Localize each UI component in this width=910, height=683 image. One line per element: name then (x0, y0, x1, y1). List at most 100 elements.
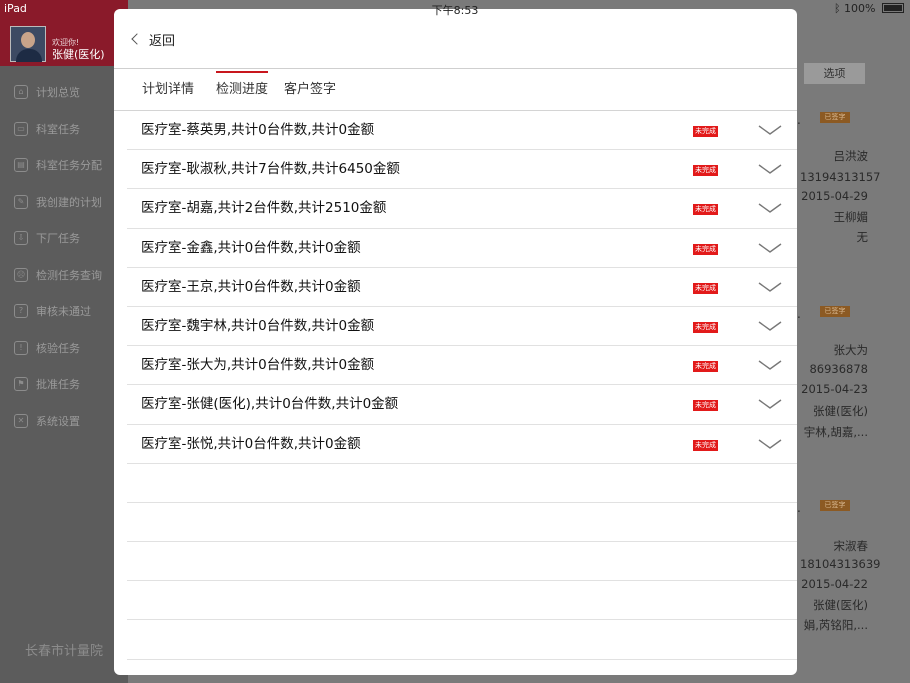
progress-list: 医疗室-蔡英男,共计0台件数,共计0金额 未完成 医疗室-耿淑秋,共计7台件数,… (127, 111, 797, 660)
sidebar-item-dept-assign[interactable]: ▤ 科室任务分配 (0, 147, 128, 184)
status-badge: 未完成 (693, 282, 718, 294)
card-line: 宋淑春 (798, 538, 868, 554)
wallet-icon: ▭ (14, 121, 28, 136)
card-line: 2015-04-29 (798, 189, 868, 203)
signed-badge: 已签字 (820, 306, 850, 317)
empty-row (127, 581, 797, 621)
row-summary: 医疗室-胡嘉,共计2台件数,共计2510金额 (141, 200, 387, 217)
card-line: 13194313157 (798, 170, 881, 184)
status-badge: 未完成 (693, 321, 718, 333)
status-badge: 未完成 (693, 400, 718, 412)
sidebar-item-factory-tasks[interactable]: ⇩ 下厂任务 (0, 220, 128, 257)
chevron-down-icon[interactable] (757, 158, 783, 180)
chevron-down-icon[interactable] (757, 354, 783, 376)
sidebar: 欢迎你! 张健(医化) ⌂ 计划总览 ▭ 科室任务 ▤ 科室任务分配 ✎ 我创建的计划 … (0, 0, 128, 683)
clock: 下午8:53 (431, 4, 479, 17)
sidebar-item-label: 系统设置 (36, 414, 80, 428)
card-line: 娟,芮铭阳,... (798, 617, 868, 633)
chevron-left-icon (131, 33, 143, 45)
list-item[interactable]: 医疗室-魏宇林,共计0台件数,共计0金额 未完成 (127, 307, 797, 347)
bullet: . (797, 307, 801, 321)
progress-modal: 返回 计划详情 检测进度 客户签字 医疗室-蔡英男,共计0台件数,共计0金额 未… (114, 9, 797, 675)
card-line: 宇林,胡嘉,... (798, 424, 868, 440)
sidebar-item-label: 我创建的计划 (36, 195, 102, 209)
sidebar-item-label: 下厂任务 (36, 232, 80, 246)
status-badge: 未完成 (693, 204, 718, 216)
row-summary: 医疗室-王京,共计0台件数,共计0金额 (141, 278, 361, 295)
chevron-down-icon[interactable] (757, 276, 783, 298)
edit-icon: ✎ (14, 194, 28, 209)
row-summary: 医疗室-蔡英男,共计0台件数,共计0金额 (141, 122, 375, 138)
bluetooth-icon: ᛒ (833, 2, 841, 15)
signed-badge: 已签字 (820, 112, 850, 123)
home-icon: ⌂ (14, 85, 28, 100)
list-item[interactable]: 医疗室-金鑫,共计0台件数,共计0金额 未完成 (127, 229, 797, 268)
chevron-down-icon[interactable] (757, 119, 783, 141)
list-item[interactable]: 医疗室-王京,共计0台件数,共计0金额 未完成 (127, 268, 797, 307)
list-item[interactable]: 医疗室-胡嘉,共计2台件数,共计2510金额 未完成 (127, 189, 797, 229)
list-item[interactable]: 医疗室-张悦,共计0台件数,共计0金额 未完成 (127, 425, 797, 464)
signed-badge: 已签字 (820, 500, 850, 511)
card-line: 2015-04-23 (798, 382, 868, 396)
back-button[interactable]: 返回 (130, 29, 175, 49)
tab-customer-signature[interactable]: 客户签字 (284, 69, 336, 111)
card-line: 王柳媚 (798, 209, 868, 225)
sidebar-item-settings[interactable]: ✕ 系统设置 (0, 403, 128, 440)
sidebar-item-label: 科室任务分配 (36, 159, 102, 173)
card-line: 张大为 (798, 342, 868, 358)
sidebar-item-review-failed[interactable]: ? 审核未通过 (0, 293, 128, 330)
bullet: . (797, 113, 801, 127)
battery-indicator: ᛒ 100% (834, 2, 904, 15)
card-line: 吕洪波 (798, 148, 868, 164)
select-button[interactable]: 选项 (804, 63, 865, 84)
face-icon: ☹ (14, 267, 28, 282)
chevron-down-icon[interactable] (757, 393, 783, 415)
sidebar-item-dept-tasks[interactable]: ▭ 科室任务 (0, 111, 128, 148)
back-label: 返回 (149, 33, 176, 49)
empty-row (127, 542, 797, 582)
sidebar-item-label: 科室任务 (36, 122, 80, 136)
battery-percent: 100% (844, 2, 876, 15)
chevron-down-icon[interactable] (757, 197, 783, 219)
chevron-down-icon[interactable] (757, 237, 783, 259)
sidebar-item-test-query[interactable]: ☹ 检测任务查询 (0, 257, 128, 294)
sidebar-nav: ⌂ 计划总览 ▭ 科室任务 ▤ 科室任务分配 ✎ 我创建的计划 ⇩ 下厂任务 ☹ 检测任务查… (0, 66, 128, 439)
list-item[interactable]: 医疗室-张大为,共计0台件数,共计0金额 未完成 (127, 346, 797, 386)
row-summary: 医疗室-张悦,共计0台件数,共计0金额 (141, 435, 361, 452)
inbox-icon: ⇩ (14, 231, 28, 246)
tools-icon: ✕ (14, 413, 28, 428)
status-badge: 未完成 (693, 126, 718, 137)
sidebar-item-my-plans[interactable]: ✎ 我创建的计划 (0, 184, 128, 221)
empty-row (127, 503, 797, 543)
organization-name: 长春市计量院 (24, 644, 103, 659)
row-summary: 医疗室-张健(医化),共计0台件数,共计0金额 (141, 396, 399, 413)
chevron-down-icon[interactable] (757, 315, 783, 337)
card-line: 无 (798, 229, 868, 245)
row-summary: 医疗室-张大为,共计0台件数,共计0金额 (141, 357, 375, 374)
sidebar-item-label: 计划总览 (36, 86, 80, 100)
empty-row (127, 620, 797, 660)
sidebar-item-plan-overview[interactable]: ⌂ 计划总览 (0, 74, 128, 111)
row-summary: 医疗室-耿淑秋,共计7台件数,共计6450金额 (141, 161, 400, 178)
sidebar-item-verify[interactable]: ! 核验任务 (0, 330, 128, 367)
card-line: 张健(医化) (798, 403, 868, 419)
box-icon: ▤ (14, 158, 28, 173)
row-summary: 医疗室-魏宇林,共计0台件数,共计0金额 (141, 317, 375, 334)
stamp-icon: ⚑ (14, 377, 28, 392)
status-badge: 未完成 (693, 439, 718, 451)
info-icon: ! (14, 340, 28, 355)
row-summary: 医疗室-金鑫,共计0台件数,共计0金额 (141, 239, 361, 256)
tab-test-progress[interactable]: 检测进度 (216, 69, 269, 111)
list-item[interactable]: 医疗室-耿淑秋,共计7台件数,共计6450金额 未完成 (127, 150, 797, 190)
status-badge: 未完成 (693, 361, 718, 373)
sidebar-item-approve[interactable]: ⚑ 批准任务 (0, 366, 128, 403)
card-line: 2015-04-22 (798, 577, 868, 591)
tab-plan-details[interactable]: 计划详情 (142, 69, 194, 111)
avatar (10, 26, 46, 62)
card-line: 86936878 (798, 362, 868, 376)
sidebar-item-label: 核验任务 (36, 341, 80, 355)
list-item[interactable]: 医疗室-蔡英男,共计0台件数,共计0金额 未完成 (127, 111, 797, 151)
list-item[interactable]: 医疗室-张健(医化),共计0台件数,共计0金额 未完成 (127, 385, 797, 425)
chevron-down-icon[interactable] (757, 433, 783, 455)
sidebar-item-label: 批准任务 (36, 378, 80, 392)
